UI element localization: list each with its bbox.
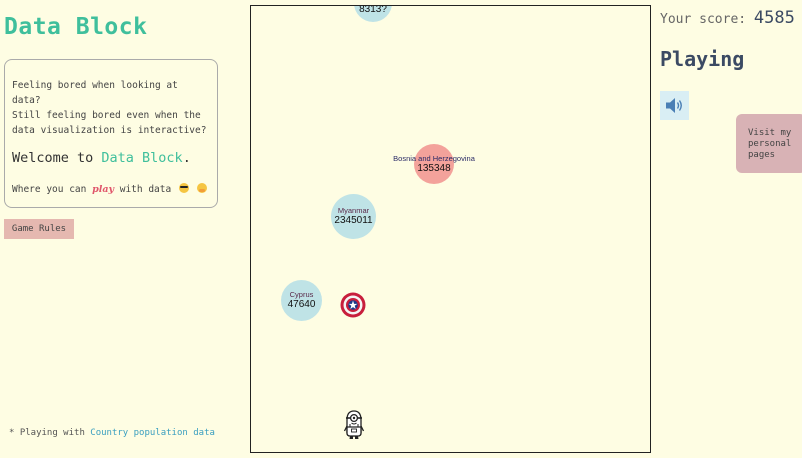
dataset-link[interactable]: Country population data [90,428,215,438]
intro-line-1: Feeling bored when looking at data? [12,80,178,106]
bubble-population: 47640 [287,299,316,310]
game-status: Playing [660,47,745,71]
footer-note: * Playing with Country population data [9,428,215,438]
cool-face-emoji-icon [178,183,189,193]
game-board[interactable]: 8313? Bosnia and Herzegovina 135348 Myan… [250,5,651,453]
personal-pages-link[interactable]: Visit my personal pages [736,114,802,173]
speaker-icon [666,98,682,113]
welcome-text: Welcome to Data Block. [12,149,211,167]
welcome-brand: Data Block [101,150,183,166]
footer-prefix: * Playing with [9,428,91,438]
data-bubble: Cyprus 47640 [281,280,322,321]
data-bubble: Bosnia and Herzegovina 135348 [393,144,475,184]
score-display: Your score: 4585 [660,8,795,28]
where-suffix: with data [114,184,172,195]
game-rules-button[interactable]: Game Rules [4,219,74,239]
welcome-suffix: . [182,150,191,166]
intro-box: Feeling bored when looking at data? Stil… [4,59,218,208]
intro-line-2: Still feeling bored even when the data v… [12,110,207,136]
app-title: Data Block [4,14,148,40]
sound-toggle-button[interactable] [660,91,689,120]
bubble-population: 8313? [359,5,387,15]
data-bubble: Myanmar 2345011 [331,194,376,239]
play-word: play [92,184,115,195]
bubble-population: 135348 [417,162,451,174]
captain-america-shield-icon [340,292,366,318]
bubble-country: Myanmar [337,206,370,215]
where-prefix: Where you can [12,184,93,195]
bubble-country: Bosnia and Herzegovina [393,153,475,163]
bubble-country: Cyprus [289,290,314,299]
data-bubble: 8313? [354,5,392,22]
hugging-face-emoji-icon [196,183,207,193]
score-label: Your score: [660,12,747,27]
welcome-prefix: Welcome to [12,150,102,166]
score-value: 4585 [753,8,795,28]
minion-character-icon[interactable] [342,408,366,440]
bubble-population: 2345011 [334,215,373,226]
where-text: Where you can play with data [12,182,211,197]
